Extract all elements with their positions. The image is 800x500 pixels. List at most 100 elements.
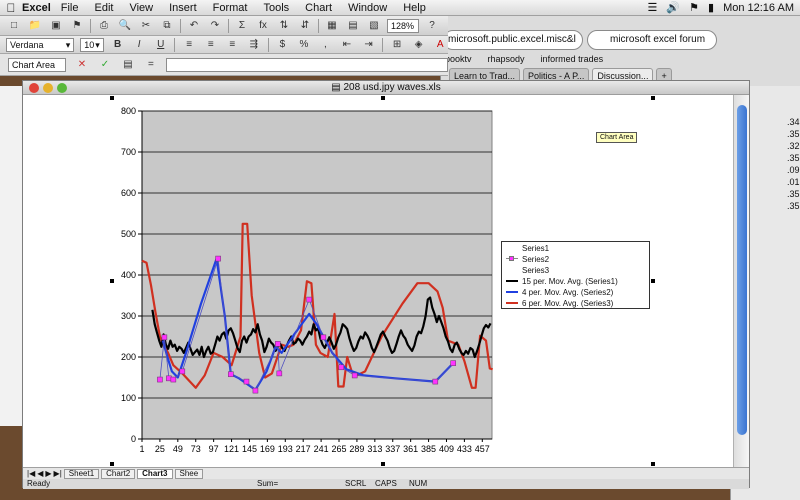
status-bar: Ready Sum= SCRL CAPS NUM xyxy=(23,479,749,489)
sheet-tab[interactable]: Chart2 xyxy=(101,468,136,479)
sort-descending-icon[interactable]: ⇵ xyxy=(297,19,313,33)
selection-handle[interactable] xyxy=(651,96,655,100)
function-icon[interactable]: fx xyxy=(255,19,271,33)
flag-icon[interactable]: ⚑ xyxy=(689,1,699,14)
side-value: .35 xyxy=(787,189,800,199)
menu-view[interactable]: View xyxy=(129,2,153,14)
selection-handle[interactable] xyxy=(110,279,114,283)
bookmark-item[interactable]: booktv xyxy=(445,54,472,68)
browser-address-bar[interactable]: microsoft.public.excel.misc&l xyxy=(443,30,583,50)
font-size-dropdown[interactable]: 10 ▾ xyxy=(80,37,104,52)
wifi-icon[interactable]: ☰ xyxy=(648,1,658,14)
selection-handle[interactable] xyxy=(110,462,114,466)
redo-icon[interactable]: ↷ xyxy=(207,19,223,33)
underline-button[interactable]: U xyxy=(153,38,169,52)
decrease-decimal-icon[interactable]: ⇥ xyxy=(361,38,377,52)
menu-tools[interactable]: Tools xyxy=(263,2,289,14)
autosum-icon[interactable]: Σ xyxy=(234,19,250,33)
equals-icon[interactable]: = xyxy=(143,58,158,72)
new-document-icon[interactable]: □ xyxy=(6,19,22,33)
menu-edit[interactable]: Edit xyxy=(94,2,113,14)
minimize-window-icon[interactable] xyxy=(43,83,53,93)
print-preview-icon[interactable]: 🔍 xyxy=(117,19,133,33)
next-sheet-arrow-icon[interactable]: ▶ xyxy=(45,469,51,478)
workbook-titlebar[interactable]: ▤ 208 usd.jpy waves.xls xyxy=(23,81,749,95)
cancel-icon[interactable]: ✕ xyxy=(74,58,89,72)
sort-ascending-icon[interactable]: ⇅ xyxy=(276,19,292,33)
undo-icon[interactable]: ↶ xyxy=(186,19,202,33)
clock[interactable]: Mon 12:16 AM xyxy=(723,2,794,14)
menu-window[interactable]: Window xyxy=(348,2,387,14)
vertical-scrollbar[interactable] xyxy=(733,95,749,467)
standard-toolbar: □ 📁 ▣ ⚑ ⎙ 🔍 ✂ ⧉ ↶ ↷ Σ fx ⇅ ⇵ ▦ ▤ ▧ 128% … xyxy=(0,16,448,36)
background-browser-window: microsoft.public.excel.misc&l microsoft … xyxy=(440,16,800,86)
selection-handle[interactable] xyxy=(651,462,655,466)
scrollbar-thumb[interactable] xyxy=(737,105,747,435)
borders-icon[interactable]: ⊞ xyxy=(389,38,405,52)
legend-swatch-trend2 xyxy=(506,287,518,297)
menu-format[interactable]: Format xyxy=(213,2,248,14)
battery-icon[interactable]: ▮ xyxy=(708,1,714,14)
fill-color-icon[interactable]: ◈ xyxy=(411,38,427,52)
currency-icon[interactable]: $ xyxy=(275,38,291,52)
italic-button[interactable]: I xyxy=(131,38,147,52)
menu-file[interactable]: File xyxy=(61,2,79,14)
font-name-dropdown[interactable]: Verdana ▾ xyxy=(6,37,75,52)
menu-chart[interactable]: Chart xyxy=(305,2,332,14)
app-menu-excel[interactable]: Excel xyxy=(22,2,51,14)
toolbox-icon[interactable]: ▧ xyxy=(366,19,382,33)
chart-wizard-icon[interactable]: ▦ xyxy=(324,19,340,33)
legend-label: 6 per. Mov. Avg. (Series3) xyxy=(522,298,614,308)
selection-handle[interactable] xyxy=(110,96,114,100)
sheet-tab[interactable]: Shee xyxy=(174,468,204,479)
series2-marker xyxy=(276,370,283,377)
background-left-window xyxy=(0,86,24,426)
bookmark-item[interactable]: rhapsody xyxy=(488,54,525,68)
prev-sheet-arrow-icon[interactable]: ◀ xyxy=(37,469,43,478)
selection-handle[interactable] xyxy=(381,462,385,466)
align-center-icon[interactable]: ≡ xyxy=(203,38,219,52)
sheet-tab[interactable]: Sheet1 xyxy=(63,468,100,479)
align-right-icon[interactable]: ≡ xyxy=(225,38,241,52)
align-left-icon[interactable]: ≡ xyxy=(181,38,197,52)
volume-icon[interactable]: 🔊 xyxy=(666,1,680,14)
name-box[interactable]: Chart Area xyxy=(8,57,67,72)
copy-icon[interactable]: ⧉ xyxy=(159,19,175,33)
flag-icon[interactable]: ⚑ xyxy=(69,19,85,33)
first-sheet-arrow-icon[interactable]: |◀ xyxy=(27,469,35,478)
legend-label: 4 per. Mov. Avg. (Series2) xyxy=(522,287,614,297)
zoom-dropdown[interactable]: 128% xyxy=(387,18,419,33)
x-tick-label: 73 xyxy=(191,444,201,454)
bookmark-item[interactable]: informed trades xyxy=(541,54,604,68)
selection-handle[interactable] xyxy=(381,96,385,100)
open-folder-icon[interactable]: 📁 xyxy=(27,19,43,33)
selection-handle[interactable] xyxy=(651,279,655,283)
comma-icon[interactable]: , xyxy=(318,38,334,52)
print-icon[interactable]: ⎙ xyxy=(96,19,112,33)
menu-help[interactable]: Help xyxy=(403,2,426,14)
y-tick-label: 800 xyxy=(121,106,136,116)
cut-icon[interactable]: ✂ xyxy=(138,19,154,33)
gallery-icon[interactable]: ▤ xyxy=(345,19,361,33)
side-value: .01 xyxy=(787,177,800,187)
merge-icon[interactable]: ⇶ xyxy=(246,38,262,52)
formula-icon[interactable]: ▤ xyxy=(120,58,135,72)
close-window-icon[interactable] xyxy=(29,83,39,93)
bold-button[interactable]: B xyxy=(110,38,126,52)
apple-menu-icon[interactable]:  xyxy=(0,1,22,15)
last-sheet-arrow-icon[interactable]: ▶| xyxy=(54,469,62,478)
series2-marker xyxy=(252,387,259,394)
formula-input[interactable] xyxy=(166,57,448,72)
save-icon[interactable]: ▣ xyxy=(48,19,64,33)
sheet-tab-active[interactable]: Chart3 xyxy=(137,468,173,479)
increase-decimal-icon[interactable]: ⇤ xyxy=(339,38,355,52)
menu-insert[interactable]: Insert xyxy=(169,2,197,14)
percent-icon[interactable]: % xyxy=(296,38,312,52)
browser-search-field[interactable]: microsoft excel forum xyxy=(587,30,717,50)
chart-legend[interactable]: Series1 Series2 Series3 15 per. Mov. Avg… xyxy=(501,241,650,309)
enter-icon[interactable]: ✓ xyxy=(97,58,112,72)
font-color-icon[interactable]: A xyxy=(432,38,448,52)
y-tick-label: 700 xyxy=(121,147,136,157)
zoom-window-icon[interactable] xyxy=(57,83,67,93)
help-icon[interactable]: ? xyxy=(424,19,440,33)
